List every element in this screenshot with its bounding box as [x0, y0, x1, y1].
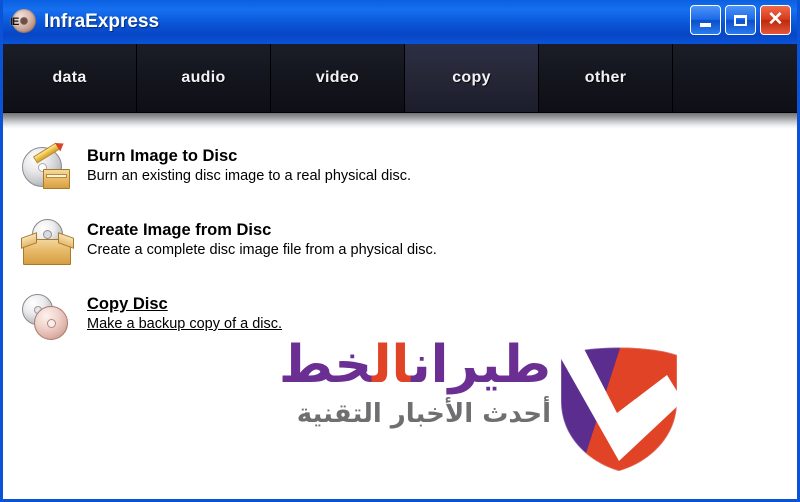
tab-other[interactable]: other: [539, 44, 673, 112]
close-button[interactable]: ✕: [760, 5, 791, 35]
ie-monogram: IE: [10, 15, 19, 28]
disc-shape-front: [34, 306, 68, 340]
tab-label: other: [584, 69, 627, 86]
tab-bar-filler: [673, 44, 797, 112]
disc-hub: [20, 16, 28, 25]
task-text: Create Image from Disc Create a complete…: [87, 219, 437, 260]
tab-audio[interactable]: audio: [137, 44, 271, 112]
tab-label: data: [52, 69, 87, 86]
application-window: IE InfraExpress ✕ data audio video copy: [0, 0, 800, 502]
minimize-icon: [700, 22, 711, 27]
disc-hub: [43, 230, 52, 239]
task-title: Create Image from Disc: [87, 221, 272, 239]
task-title: Copy Disc: [87, 295, 168, 313]
task-text: Copy Disc Make a backup copy of a disc.: [87, 293, 282, 334]
tab-video[interactable]: video: [271, 44, 405, 112]
tab-bar-shadow: [3, 113, 797, 129]
task-title: Burn Image to Disc: [87, 147, 238, 165]
task-copy-disc[interactable]: Copy Disc Make a backup copy of a disc.: [21, 293, 641, 345]
task-list: Burn Image to Disc Burn an existing disc…: [21, 142, 641, 367]
task-create-image-from-disc[interactable]: Create Image from Disc Create a complete…: [21, 219, 641, 271]
maximize-button[interactable]: [725, 5, 756, 35]
maximize-icon: [734, 14, 747, 26]
tab-label: copy: [452, 69, 491, 86]
task-description: Create a complete disc image file from a…: [87, 242, 437, 258]
tab-label: video: [315, 69, 360, 86]
disc-pencil-box-icon: [21, 142, 77, 197]
close-icon: ✕: [767, 8, 784, 30]
disc-in-box-icon: [21, 219, 77, 271]
task-description: Burn an existing disc image to a real ph…: [87, 168, 411, 184]
tab-data[interactable]: data: [3, 44, 137, 112]
minimize-button[interactable]: [690, 5, 721, 35]
tab-copy[interactable]: copy: [405, 44, 539, 112]
app-disc-icon: IE: [10, 8, 36, 35]
box-icon: [43, 169, 70, 189]
window-controls: ✕: [690, 5, 791, 35]
tab-bar: data audio video copy other: [3, 44, 797, 113]
task-text: Burn Image to Disc Burn an existing disc…: [87, 145, 411, 186]
content-area: Burn Image to Disc Burn an existing disc…: [3, 129, 797, 499]
disc-hub: [46, 318, 56, 328]
window-title: InfraExpress: [44, 10, 160, 32]
tab-label: audio: [181, 69, 226, 86]
watermark-tagline: أحدث الأخبار التقنية: [296, 399, 551, 429]
task-burn-image-to-disc[interactable]: Burn Image to Disc Burn an existing disc…: [21, 142, 641, 197]
task-description: Make a backup copy of a disc.: [87, 316, 283, 332]
two-discs-icon: [21, 293, 77, 345]
title-bar: IE InfraExpress ✕: [3, 0, 797, 44]
